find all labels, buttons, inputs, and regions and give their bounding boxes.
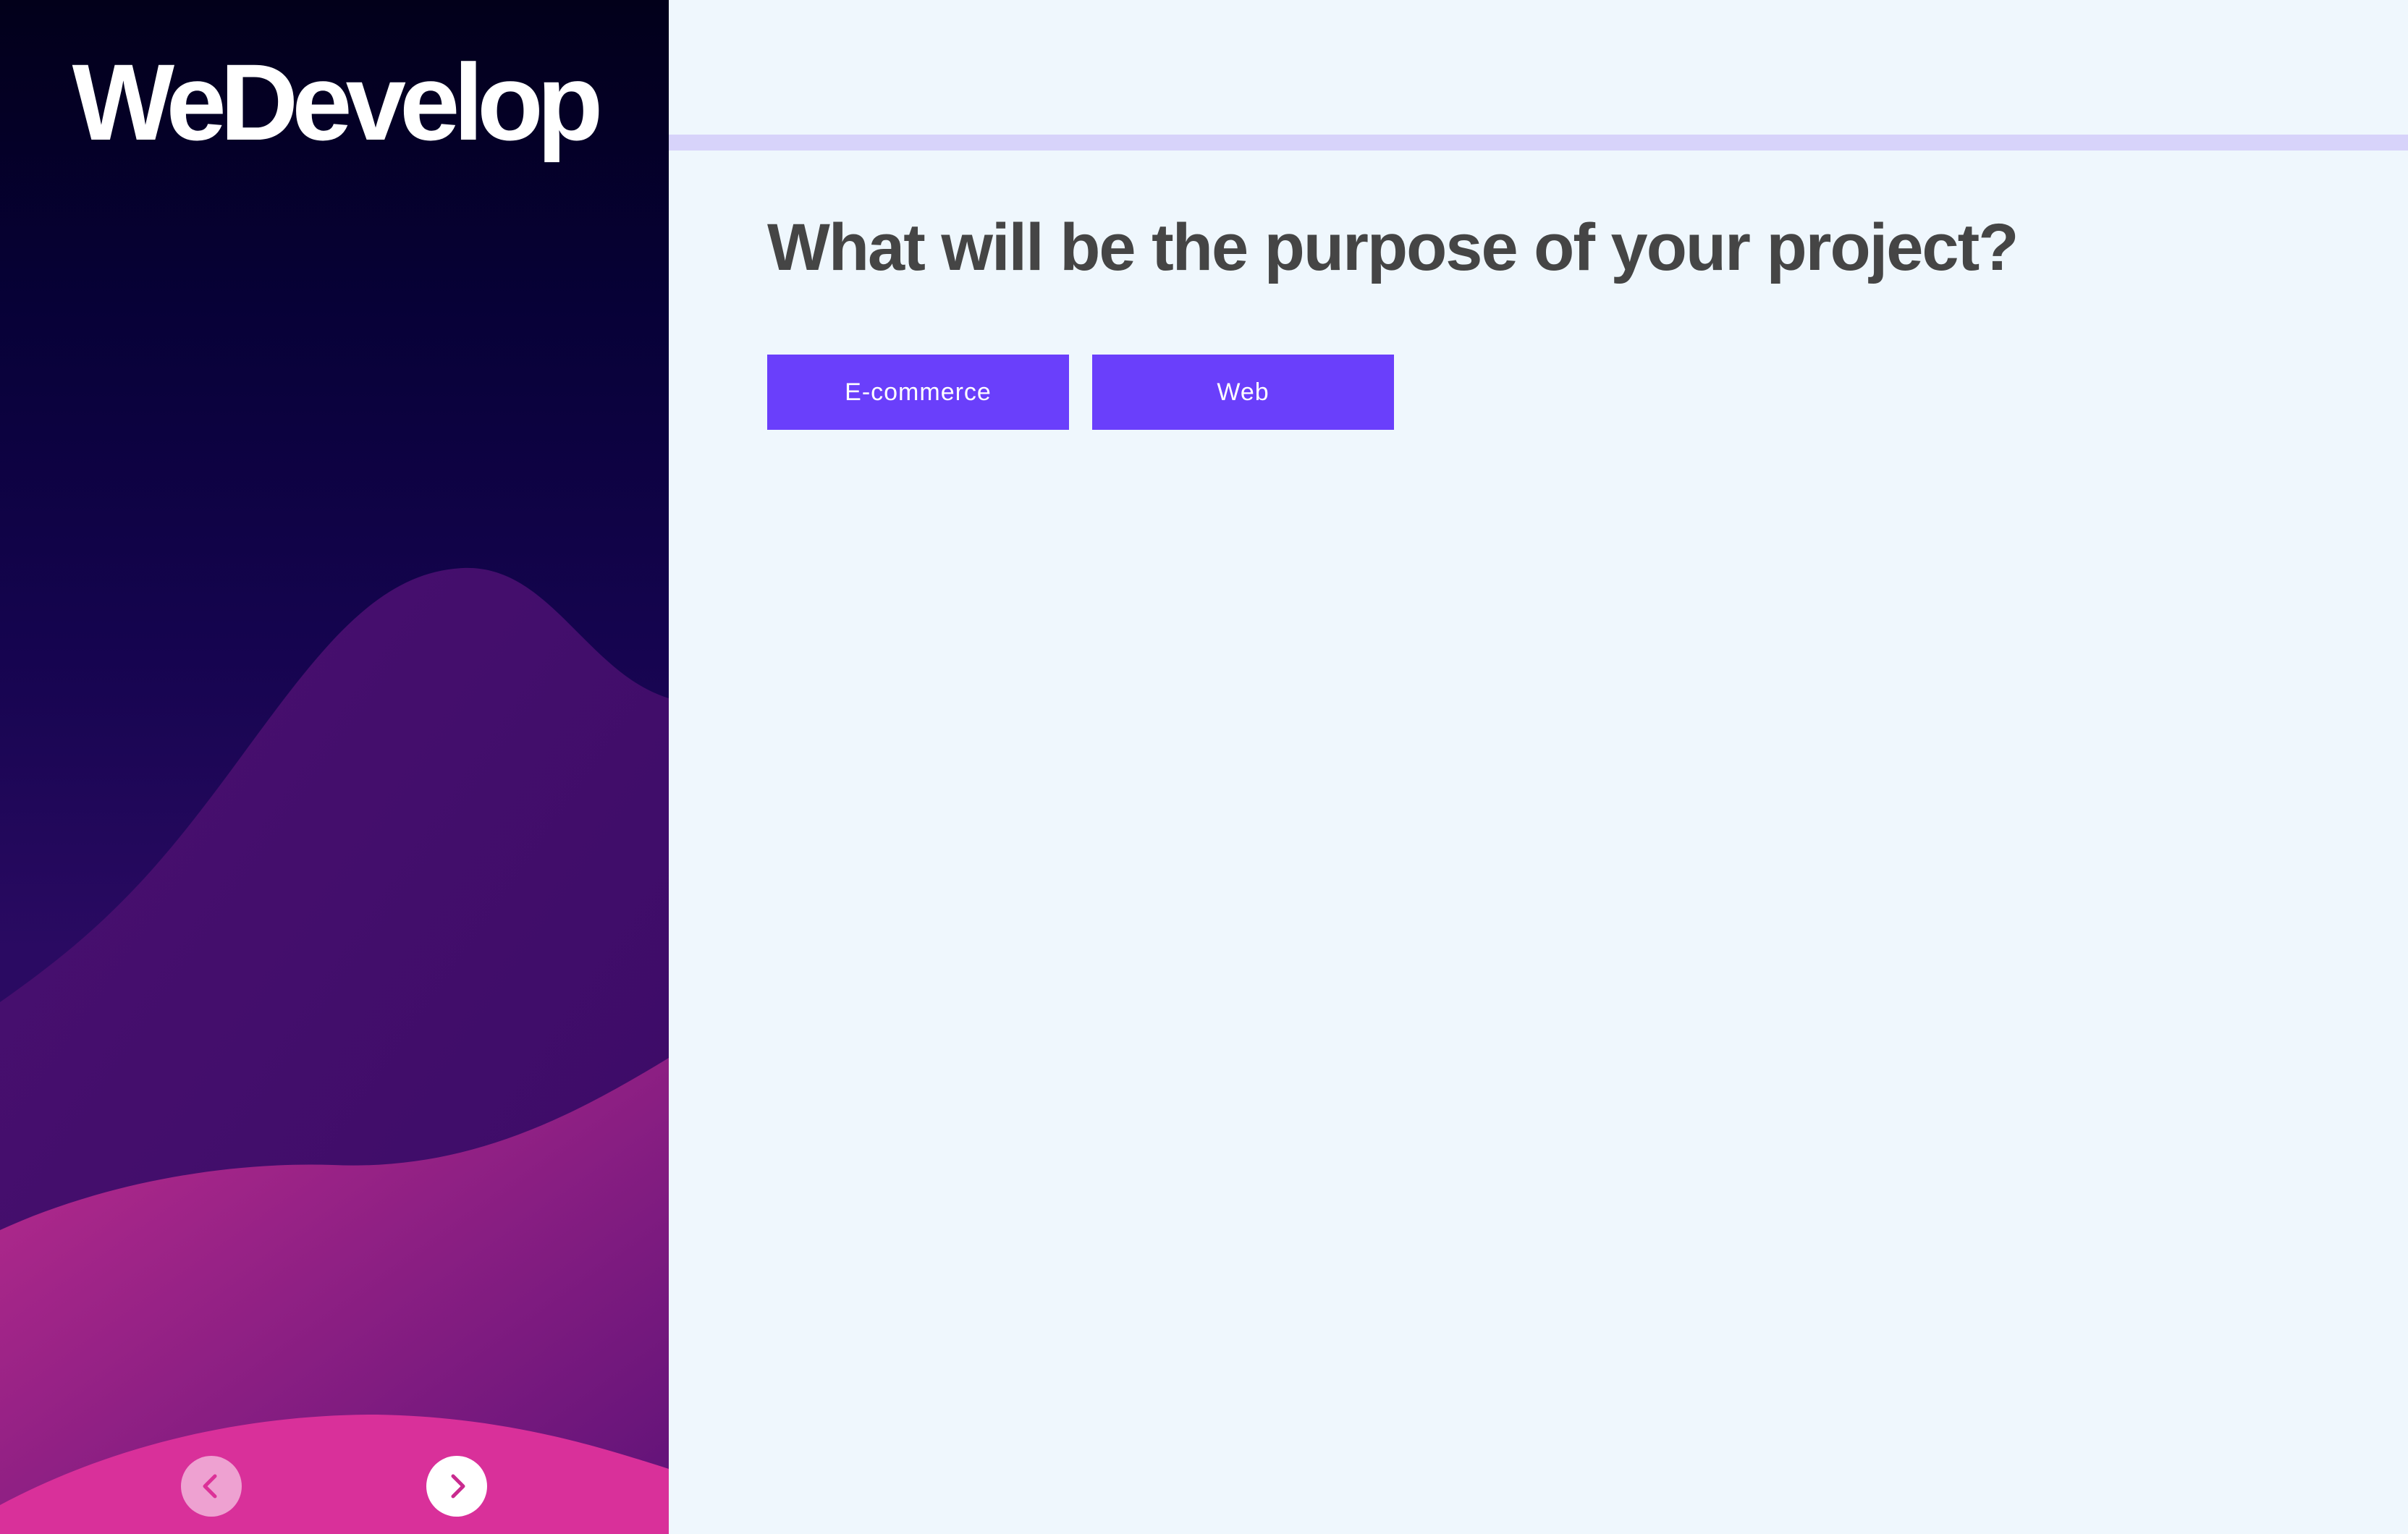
answer-options: E-commerce Web <box>767 355 1394 430</box>
sidebar-wave-illustration <box>0 567 669 1534</box>
page: WeDevelop What will be the purpose of yo… <box>0 0 2408 1534</box>
next-button[interactable] <box>426 1456 487 1517</box>
progress-bar <box>669 135 2408 151</box>
option-web-button[interactable]: Web <box>1092 355 1394 430</box>
question-title: What will be the purpose of your project… <box>767 211 2019 284</box>
wedevelop-logo: WeDevelop <box>72 41 604 163</box>
chevron-right-icon <box>451 1474 465 1499</box>
option-ecommerce-button[interactable]: E-commerce <box>767 355 1069 430</box>
previous-button[interactable] <box>181 1456 242 1517</box>
main-content: What will be the purpose of your project… <box>669 0 2408 1534</box>
sidebar: WeDevelop <box>0 0 669 1534</box>
chevron-left-icon <box>203 1474 217 1499</box>
